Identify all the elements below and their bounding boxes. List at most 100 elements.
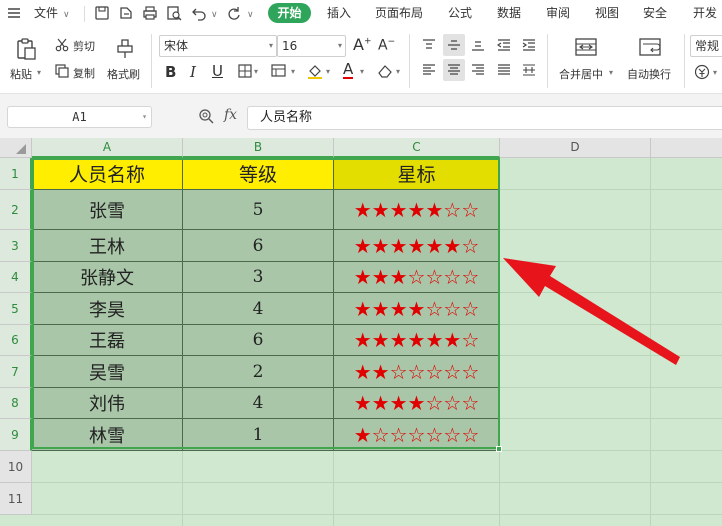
print-icon[interactable] <box>142 5 158 21</box>
bold-icon[interactable]: B <box>165 63 176 81</box>
column-header-b[interactable]: B <box>183 138 334 158</box>
paste-icon[interactable] <box>12 36 40 62</box>
merge-center-button[interactable]: 合并居中 <box>559 66 603 82</box>
save-icon[interactable] <box>94 5 110 21</box>
row-header-7[interactable]: 7 <box>0 356 32 388</box>
font-name-select[interactable]: 宋体 ▾ <box>159 35 277 57</box>
copy-button[interactable]: 复制 <box>73 65 95 81</box>
redo-chevron-icon[interactable]: ∨ <box>247 7 254 23</box>
align-bottom-icon[interactable] <box>469 36 487 54</box>
cut-button[interactable]: 剪切 <box>73 38 95 54</box>
cell-c6[interactable]: ★★★★★★☆ <box>334 325 500 356</box>
decrease-font-icon[interactable]: A− <box>378 37 395 54</box>
cell-a4[interactable]: 张静文 <box>32 262 183 293</box>
cell-a9[interactable]: 林雪 <box>32 419 183 451</box>
tab-data[interactable]: 数据 <box>497 5 521 21</box>
decrease-indent-icon[interactable] <box>495 36 513 54</box>
justify-icon[interactable] <box>495 61 513 79</box>
formula-input[interactable]: 人员名称 <box>247 106 722 130</box>
clear-format-chevron-icon[interactable]: ▾ <box>396 67 400 76</box>
cell-c9[interactable]: ★☆☆☆☆☆☆ <box>334 419 500 451</box>
cell-b9[interactable]: 1 <box>183 419 334 451</box>
cell-c3[interactable]: ★★★★★★☆ <box>334 230 500 262</box>
export-pdf-icon[interactable] <box>118 5 134 21</box>
row-header-3[interactable]: 3 <box>0 230 32 262</box>
select-all-corner[interactable] <box>0 138 32 158</box>
spreadsheet-grid[interactable]: A B C D 1 2 3 4 5 6 7 8 9 10 11 人员名称 等级 … <box>0 138 722 526</box>
cell-style-chevron-icon[interactable]: ▾ <box>291 67 295 76</box>
tab-developer[interactable]: 开发 <box>693 5 717 21</box>
distributed-align-icon[interactable] <box>520 61 538 79</box>
paste-button[interactable]: 粘贴 <box>10 66 32 82</box>
borders-chevron-icon[interactable]: ▾ <box>254 67 258 76</box>
row-header-8[interactable]: 8 <box>0 388 32 419</box>
row-header-4[interactable]: 4 <box>0 262 32 293</box>
number-format-select[interactable]: 常规 <box>690 35 722 57</box>
row-header-5[interactable]: 5 <box>0 293 32 325</box>
tab-page-layout[interactable]: 页面布局 <box>375 5 423 21</box>
clear-format-icon[interactable] <box>377 64 393 78</box>
font-color-chevron-icon[interactable]: ▾ <box>360 67 364 76</box>
italic-icon[interactable]: I <box>190 63 196 81</box>
cell-c8[interactable]: ★★★★☆☆☆ <box>334 388 500 419</box>
cell-b2[interactable]: 5 <box>183 190 334 230</box>
cell-c5[interactable]: ★★★★☆☆☆ <box>334 293 500 325</box>
scissors-icon[interactable] <box>55 38 69 52</box>
cell-a8[interactable]: 刘伟 <box>32 388 183 419</box>
redo-icon[interactable] <box>225 5 241 21</box>
cell-c2[interactable]: ★★★★★☆☆ <box>334 190 500 230</box>
align-left-icon[interactable] <box>420 61 438 79</box>
zoom-formula-icon[interactable] <box>198 108 214 124</box>
wrap-text-button[interactable]: 自动换行 <box>627 66 671 82</box>
cell-b3[interactable]: 6 <box>183 230 334 262</box>
cell-a7[interactable]: 吴雪 <box>32 356 183 388</box>
cell-a2[interactable]: 张雪 <box>32 190 183 230</box>
align-top-icon[interactable] <box>420 36 438 54</box>
cell-b7[interactable]: 2 <box>183 356 334 388</box>
tab-security[interactable]: 安全 <box>643 5 667 21</box>
format-painter-button[interactable]: 格式刷 <box>107 66 140 82</box>
currency-icon[interactable] <box>694 64 710 80</box>
wrap-text-icon[interactable] <box>637 36 663 58</box>
row-header-10[interactable]: 10 <box>0 451 32 483</box>
cell-a6[interactable]: 王磊 <box>32 325 183 356</box>
tab-review[interactable]: 审阅 <box>546 5 570 21</box>
fill-color-icon[interactable] <box>307 63 323 79</box>
tab-view[interactable]: 视图 <box>595 5 619 21</box>
column-header-d[interactable]: D <box>500 138 651 158</box>
row-header-6[interactable]: 6 <box>0 325 32 356</box>
currency-chevron-icon[interactable]: ▾ <box>713 68 717 77</box>
align-center-icon[interactable] <box>443 59 465 81</box>
cell-b5[interactable]: 4 <box>183 293 334 325</box>
undo-chevron-icon[interactable]: ∨ <box>211 7 218 23</box>
cell-b8[interactable]: 4 <box>183 388 334 419</box>
paste-chevron-icon[interactable]: ▾ <box>37 68 41 77</box>
align-middle-icon[interactable] <box>443 34 465 56</box>
cell-c4[interactable]: ★★★☆☆☆☆ <box>334 262 500 293</box>
column-header-e[interactable] <box>651 138 722 158</box>
align-right-icon[interactable] <box>469 61 487 79</box>
cell-c1[interactable]: 星标 <box>334 158 500 190</box>
tab-insert[interactable]: 插入 <box>327 5 351 21</box>
file-menu[interactable]: 文件 <box>34 5 58 21</box>
cell-a5[interactable]: 李昊 <box>32 293 183 325</box>
cell-style-icon[interactable] <box>271 64 287 78</box>
print-preview-icon[interactable] <box>166 5 182 21</box>
underline-icon[interactable]: U <box>212 62 223 80</box>
column-header-a[interactable]: A <box>32 138 183 158</box>
tab-home[interactable]: 开始 <box>268 3 311 23</box>
undo-icon[interactable] <box>191 5 207 21</box>
cell-c7[interactable]: ★★☆☆☆☆☆ <box>334 356 500 388</box>
tab-formulas[interactable]: 公式 <box>448 5 472 21</box>
merge-center-icon[interactable] <box>573 36 599 58</box>
font-size-select[interactable]: 16 ▾ <box>277 35 346 57</box>
fx-icon[interactable]: fx <box>224 107 237 123</box>
row-header-1[interactable]: 1 <box>0 158 32 190</box>
cell-a1[interactable]: 人员名称 <box>32 158 183 190</box>
increase-font-icon[interactable]: A+ <box>353 35 372 54</box>
row-header-2[interactable]: 2 <box>0 190 32 230</box>
merge-center-chevron-icon[interactable]: ▾ <box>609 68 613 77</box>
fill-handle[interactable] <box>496 446 502 452</box>
borders-icon[interactable] <box>238 64 252 78</box>
fill-color-chevron-icon[interactable]: ▾ <box>326 67 330 76</box>
